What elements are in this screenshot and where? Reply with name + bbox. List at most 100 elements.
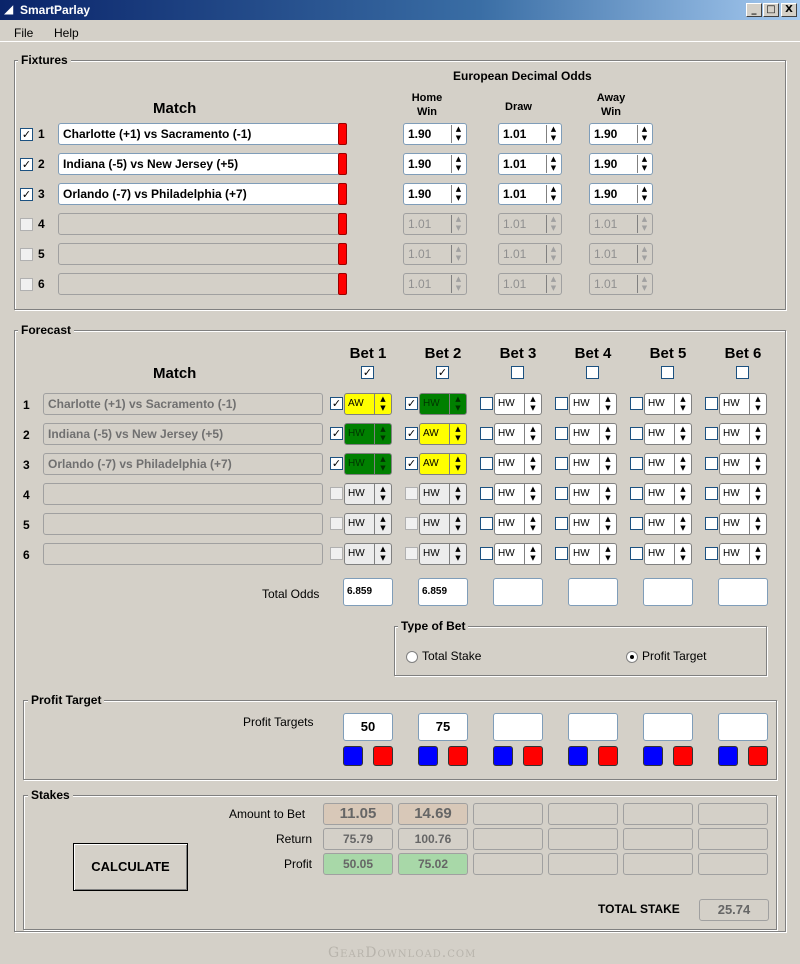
pick-checkbox[interactable]: ✓	[405, 427, 418, 440]
profit-target-radio[interactable]	[626, 651, 638, 663]
pick-select[interactable]: HW ▲ ▼	[569, 423, 617, 445]
pick-select[interactable]: HW ▲ ▼	[719, 423, 767, 445]
decrease-target-button[interactable]	[748, 746, 768, 766]
spinner-arrows-icon[interactable]: ▲ ▼	[451, 215, 465, 233]
fixture-checkbox[interactable]: ✓	[20, 128, 33, 141]
fixture-match-input[interactable]	[58, 213, 340, 235]
pick-select[interactable]: HW ▲ ▼	[419, 483, 467, 505]
spinner-arrows-icon[interactable]: ▲ ▼	[637, 215, 651, 233]
bet-1-checkbox[interactable]: ✓	[361, 366, 374, 379]
spinner-arrows-icon[interactable]: ▲ ▼	[546, 275, 560, 293]
menu-file[interactable]: File	[14, 26, 33, 40]
pick-select[interactable]: HW ▲ ▼	[719, 453, 767, 475]
pick-select[interactable]: HW ▲ ▼	[569, 453, 617, 475]
pick-checkbox[interactable]	[630, 427, 643, 440]
home-odds-spinner[interactable]: 1.90 ▲ ▼	[403, 153, 467, 175]
pick-checkbox[interactable]	[330, 547, 343, 560]
fixture-match-input[interactable]: Charlotte (+1) vs Sacramento (-1)	[58, 123, 340, 145]
spinner-arrows-icon[interactable]: ▲ ▼	[451, 245, 465, 263]
spinner-arrows-icon[interactable]: ▲ ▼	[451, 155, 465, 173]
profit-target-input[interactable]	[718, 713, 768, 741]
home-odds-spinner[interactable]: 1.90 ▲ ▼	[403, 183, 467, 205]
away-odds-spinner[interactable]: 1.01 ▲ ▼	[589, 273, 653, 295]
profit-target-input[interactable]	[643, 713, 693, 741]
pick-checkbox[interactable]	[480, 487, 493, 500]
pick-checkbox[interactable]	[630, 457, 643, 470]
pick-select[interactable]: HW ▲ ▼	[644, 513, 692, 535]
fixture-checkbox[interactable]: ✓	[20, 158, 33, 171]
pick-checkbox[interactable]	[330, 517, 343, 530]
pick-select[interactable]: HW ▲ ▼	[344, 483, 392, 505]
pick-select[interactable]: HW ▲ ▼	[419, 513, 467, 535]
draw-odds-spinner[interactable]: 1.01 ▲ ▼	[498, 243, 562, 265]
menu-help[interactable]: Help	[54, 26, 79, 40]
fixture-checkbox[interactable]	[20, 278, 33, 291]
pick-checkbox[interactable]: ✓	[405, 457, 418, 470]
pick-checkbox[interactable]	[555, 397, 568, 410]
spinner-arrows-icon[interactable]: ▲ ▼	[546, 245, 560, 263]
pick-select[interactable]: HW ▲ ▼	[569, 543, 617, 565]
total-stake-radio[interactable]	[406, 651, 418, 663]
pick-checkbox[interactable]: ✓	[405, 397, 418, 410]
bet-3-checkbox[interactable]	[511, 366, 524, 379]
pick-select[interactable]: HW ▲ ▼	[644, 393, 692, 415]
pick-checkbox[interactable]	[480, 397, 493, 410]
spinner-arrows-icon[interactable]: ▲ ▼	[637, 125, 651, 143]
pick-select[interactable]: HW ▲ ▼	[494, 453, 542, 475]
pick-checkbox[interactable]: ✓	[330, 427, 343, 440]
decrease-target-button[interactable]	[448, 746, 468, 766]
pick-select[interactable]: HW ▲ ▼	[569, 393, 617, 415]
pick-select[interactable]: HW ▲ ▼	[419, 393, 467, 415]
pick-checkbox[interactable]	[630, 547, 643, 560]
away-odds-spinner[interactable]: 1.01 ▲ ▼	[589, 213, 653, 235]
pick-checkbox[interactable]	[480, 517, 493, 530]
spinner-arrows-icon[interactable]: ▲ ▼	[546, 155, 560, 173]
pick-checkbox[interactable]	[630, 487, 643, 500]
fixture-checkbox[interactable]: ✓	[20, 188, 33, 201]
home-odds-spinner[interactable]: 1.90 ▲ ▼	[403, 123, 467, 145]
pick-select[interactable]: AW ▲ ▼	[344, 393, 392, 415]
pick-checkbox[interactable]	[705, 547, 718, 560]
pick-checkbox[interactable]	[705, 397, 718, 410]
decrease-target-button[interactable]	[673, 746, 693, 766]
pick-checkbox[interactable]	[555, 487, 568, 500]
away-odds-spinner[interactable]: 1.01 ▲ ▼	[589, 243, 653, 265]
bet-4-checkbox[interactable]	[586, 366, 599, 379]
maximize-button[interactable]: □	[763, 3, 779, 17]
pick-checkbox[interactable]	[705, 457, 718, 470]
close-button[interactable]: X	[781, 3, 797, 17]
pick-checkbox[interactable]	[555, 517, 568, 530]
pick-select[interactable]: HW ▲ ▼	[494, 543, 542, 565]
draw-odds-spinner[interactable]: 1.01 ▲ ▼	[498, 123, 562, 145]
bet-2-checkbox[interactable]: ✓	[436, 366, 449, 379]
fixture-match-input[interactable]: Indiana (-5) vs New Jersey (+5)	[58, 153, 340, 175]
pick-select[interactable]: HW ▲ ▼	[644, 423, 692, 445]
pick-checkbox[interactable]	[405, 487, 418, 500]
pick-select[interactable]: AW ▲ ▼	[419, 453, 467, 475]
pick-checkbox[interactable]	[705, 517, 718, 530]
spinner-arrows-icon[interactable]: ▲ ▼	[637, 245, 651, 263]
pick-select[interactable]: HW ▲ ▼	[494, 393, 542, 415]
pick-checkbox[interactable]	[330, 487, 343, 500]
pick-checkbox[interactable]	[405, 547, 418, 560]
pick-select[interactable]: HW ▲ ▼	[719, 393, 767, 415]
increase-target-button[interactable]	[418, 746, 438, 766]
pick-select[interactable]: HW ▲ ▼	[719, 483, 767, 505]
spinner-arrows-icon[interactable]: ▲ ▼	[451, 275, 465, 293]
home-odds-spinner[interactable]: 1.01 ▲ ▼	[403, 243, 467, 265]
decrease-target-button[interactable]	[598, 746, 618, 766]
fixture-checkbox[interactable]	[20, 248, 33, 261]
draw-odds-spinner[interactable]: 1.01 ▲ ▼	[498, 273, 562, 295]
pick-select[interactable]: HW ▲ ▼	[419, 543, 467, 565]
pick-select[interactable]: HW ▲ ▼	[644, 453, 692, 475]
pick-checkbox[interactable]	[480, 427, 493, 440]
home-odds-spinner[interactable]: 1.01 ▲ ▼	[403, 213, 467, 235]
decrease-target-button[interactable]	[523, 746, 543, 766]
pick-select[interactable]: HW ▲ ▼	[344, 513, 392, 535]
spinner-arrows-icon[interactable]: ▲ ▼	[546, 215, 560, 233]
fixture-match-input[interactable]	[58, 243, 340, 265]
home-odds-spinner[interactable]: 1.01 ▲ ▼	[403, 273, 467, 295]
spinner-arrows-icon[interactable]: ▲ ▼	[451, 125, 465, 143]
pick-select[interactable]: HW ▲ ▼	[344, 423, 392, 445]
minimize-button[interactable]: _	[746, 3, 762, 17]
